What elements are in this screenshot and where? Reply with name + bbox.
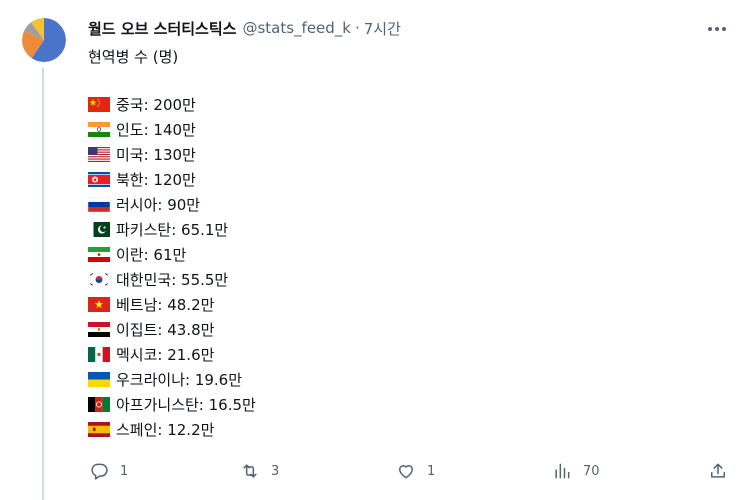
vietnam-flag-icon [88,297,110,312]
list-item: 대한민국: 55.5만 [88,267,256,292]
tweet-title: 현역병 수 (명) [88,48,179,66]
share-icon [711,463,725,478]
egypt-flag-icon [88,322,110,337]
separator-dot: · [354,19,360,37]
list-item-text: 인도: 140만 [116,121,196,139]
list-item-text: 멕시코: 21.6만 [116,346,215,364]
mexico-flag-icon [88,347,110,362]
list-item: 중국: 200만 [88,92,256,117]
list-item: 멕시코: 21.6만 [88,342,256,367]
list-item: 스페인: 12.2만 [88,417,256,442]
retweet-button[interactable]: 3 [240,458,279,484]
avatar[interactable] [22,18,66,62]
list-item: 파키스탄: 65.1만 [88,217,256,242]
list-item: 북한: 120만 [88,167,256,192]
pie-chart-avatar-icon [22,18,66,62]
more-horizontal-icon [708,27,712,31]
tweet-header: 월드 오브 스터티스틱스 @stats_feed_k · 7시간 [88,16,401,40]
afghanistan-flag-icon [88,397,110,412]
iran-flag-icon [88,247,110,262]
list-item-text: 베트남: 48.2만 [116,296,215,314]
list-item: 미국: 130만 [88,142,256,167]
user-handle[interactable]: @stats_feed_k [242,19,351,37]
list-item-text: 이란: 61만 [116,246,187,264]
list-item-text: 파키스탄: 65.1만 [116,221,229,239]
usa-flag-icon [88,147,110,162]
ukraine-flag-icon [88,372,110,387]
list-item-text: 우크라이나: 19.6만 [116,371,243,389]
view-count: 70 [583,463,600,479]
retweet-count: 3 [271,463,280,479]
list-item-text: 중국: 200만 [116,96,196,114]
spain-flag-icon [88,422,110,437]
list-item: 베트남: 48.2만 [88,292,256,317]
list-item-text: 북한: 120만 [116,171,196,189]
reply-icon [91,463,108,480]
list-item-text: 스페인: 12.2만 [116,421,215,439]
list-item: 아프가니스탄: 16.5만 [88,392,256,417]
like-count: 1 [427,463,436,479]
share-button[interactable] [708,458,728,484]
list-item-text: 이집트: 43.8만 [116,321,215,339]
list-item: 이란: 61만 [88,242,256,267]
display-name[interactable]: 월드 오브 스터티스틱스 [88,18,236,39]
reply-button[interactable]: 1 [89,458,128,484]
reply-count: 1 [120,463,129,479]
retweet-icon [243,464,257,478]
list-item: 우크라이나: 19.6만 [88,367,256,392]
pakistan-flag-icon [88,222,110,237]
heart-icon [399,465,413,479]
list-item-text: 대한민국: 55.5만 [116,271,229,289]
list-item: 이집트: 43.8만 [88,317,256,342]
list-item-text: 러시아: 90만 [116,196,201,214]
north-korea-flag-icon [88,172,110,187]
list-item-text: 미국: 130만 [116,146,196,164]
more-options-button[interactable] [704,18,730,40]
views-bar-chart-icon [555,463,570,479]
russia-flag-icon [88,197,110,212]
south-korea-flag-icon [88,272,110,287]
like-button[interactable]: 1 [396,458,435,484]
timestamp[interactable]: 7시간 [364,18,401,39]
list-item-text: 아프가니스탄: 16.5만 [116,396,256,414]
army-size-list: 중국: 200만 인도: 140만 미국: 130만 북한: 120만 러시아:… [88,92,256,442]
thread-line [42,68,44,500]
list-item: 러시아: 90만 [88,192,256,217]
china-flag-icon [88,97,110,112]
india-flag-icon [88,122,110,137]
list-item: 인도: 140만 [88,117,256,142]
views-button[interactable]: 70 [552,458,600,484]
tweet-actions: 1 3 1 70 [80,458,740,484]
